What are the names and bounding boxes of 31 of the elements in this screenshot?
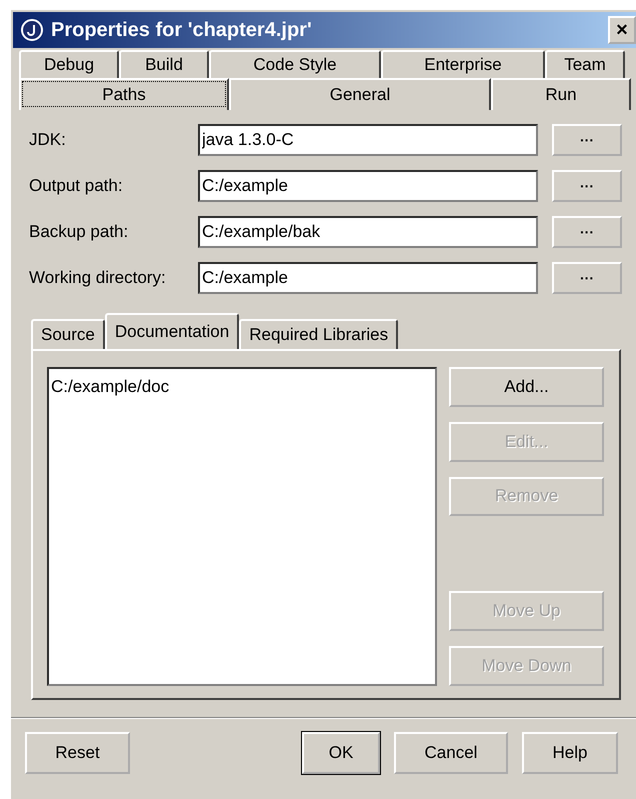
field-label: JDK:	[29, 130, 67, 150]
tab[interactable]: Debug	[19, 50, 119, 78]
browse-button[interactable]: ···	[552, 170, 622, 202]
dialog-button[interactable]: Reset	[25, 732, 130, 774]
input-field[interactable]: C:/example/bak	[198, 216, 538, 248]
tab[interactable]: Paths	[19, 78, 229, 110]
app-logo-icon	[21, 19, 43, 41]
tab[interactable]: Enterprise	[381, 50, 545, 78]
input-field[interactable]: C:/example	[198, 262, 538, 294]
dialog-button[interactable]: OK	[302, 732, 380, 774]
close-button[interactable]: ×	[608, 16, 636, 44]
action-button[interactable]: Add...	[449, 367, 604, 407]
browse-button[interactable]: ···	[552, 216, 622, 248]
input-field[interactable]: C:/example	[198, 170, 538, 202]
tab[interactable]: Build	[119, 50, 209, 78]
tab[interactable]: Required Libraries	[239, 319, 398, 349]
field-label: Working directory:	[29, 268, 167, 288]
dialog-button[interactable]: Help	[522, 732, 618, 774]
window-title: Properties for 'chapter4.jpr'	[51, 18, 312, 42]
tab[interactable]: Code Style	[209, 50, 381, 78]
browse-button[interactable]: ···	[552, 124, 622, 156]
field-label: Backup path:	[29, 222, 130, 242]
field-label: Output path:	[29, 176, 124, 196]
dialog-button[interactable]: Cancel	[394, 732, 508, 774]
tab[interactable]: Team	[545, 50, 625, 78]
tab[interactable]: Source	[31, 319, 105, 349]
browse-button[interactable]: ···	[552, 262, 622, 294]
tab[interactable]: Documentation	[104, 313, 240, 349]
tab[interactable]: Run	[491, 78, 631, 110]
list-item[interactable]: C:/example/doc	[51, 377, 433, 397]
tab[interactable]: General	[229, 78, 491, 110]
